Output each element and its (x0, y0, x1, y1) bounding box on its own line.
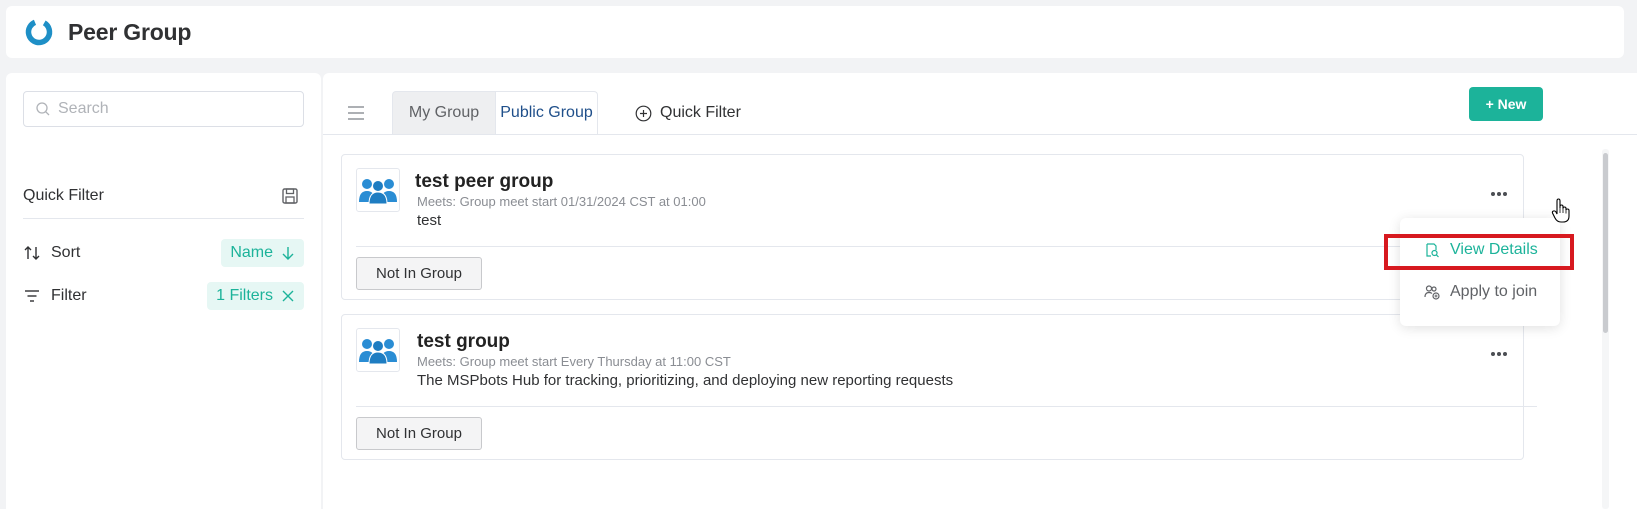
more-horizontal-icon (1491, 192, 1507, 196)
filter-icon (25, 290, 39, 302)
membership-status-button[interactable]: Not In Group (356, 417, 482, 450)
search-box[interactable] (23, 91, 304, 127)
sort-icon (24, 246, 40, 260)
add-circle-icon (635, 105, 652, 121)
group-card: test peer group Meets: Group meet start … (341, 154, 1537, 300)
users-group-icon (359, 339, 397, 364)
users-group-icon (359, 179, 397, 204)
highlight-annotation (1384, 234, 1574, 270)
quick-filter-row: Quick Filter (23, 177, 304, 219)
new-button[interactable]: + New (1469, 87, 1543, 121)
search-icon (36, 102, 50, 116)
more-horizontal-icon (1491, 352, 1507, 356)
card-divider (356, 246, 1537, 247)
sort-chip[interactable]: Name (221, 239, 304, 267)
tabs-divider (323, 134, 1637, 135)
group-meets: Meets: Group meet start Every Thursday a… (417, 354, 731, 369)
sort-label: Sort (51, 244, 81, 261)
group-description: test (417, 212, 442, 229)
menu-icon[interactable] (348, 106, 364, 120)
group-name[interactable]: test peer group (415, 171, 553, 193)
group-meets: Meets: Group meet start 01/31/2024 CST a… (417, 194, 706, 209)
group-description: The MSPbots Hub for tracking, prioritizi… (417, 372, 954, 389)
group-name[interactable]: test group (417, 331, 510, 353)
menu-item-apply-to-join[interactable]: Apply to join (1400, 274, 1560, 310)
scrollbar[interactable] (1603, 153, 1608, 333)
app-header: Peer Group (6, 6, 1624, 58)
page-title: Peer Group (68, 18, 192, 45)
save-icon[interactable] (280, 186, 300, 206)
quick-filter-tab-label: Quick Filter (660, 104, 741, 121)
quick-filter-button[interactable]: Quick Filter (635, 91, 741, 135)
app-logo-icon (25, 18, 53, 46)
arrow-down-icon (282, 247, 294, 260)
group-avatar (356, 168, 400, 212)
sort-row: Sort Name (23, 239, 304, 267)
quick-filter-label: Quick Filter (23, 186, 104, 204)
filter-value: 1 Filters (216, 287, 273, 304)
more-options-button[interactable] (1484, 345, 1514, 363)
hand-cursor-icon (1551, 198, 1570, 223)
more-options-button[interactable] (1484, 185, 1514, 203)
search-input[interactable] (58, 100, 298, 118)
user-add-icon (1424, 285, 1440, 300)
sidebar: Quick Filter Sort Name (6, 73, 321, 509)
tab-public-group[interactable]: Public Group (495, 91, 598, 135)
group-avatar (356, 328, 400, 372)
filter-row: Filter 1 Filters (23, 282, 304, 310)
close-icon[interactable] (281, 289, 295, 303)
tab-my-group[interactable]: My Group (392, 91, 495, 135)
sort-value: Name (230, 244, 273, 261)
apply-to-join-label: Apply to join (1450, 283, 1538, 300)
membership-status-button[interactable]: Not In Group (356, 257, 482, 290)
card-divider (356, 406, 1537, 407)
filter-chip[interactable]: 1 Filters (207, 282, 304, 310)
group-card: test group Meets: Group meet start Every… (341, 314, 1537, 460)
filter-label: Filter (51, 287, 87, 304)
